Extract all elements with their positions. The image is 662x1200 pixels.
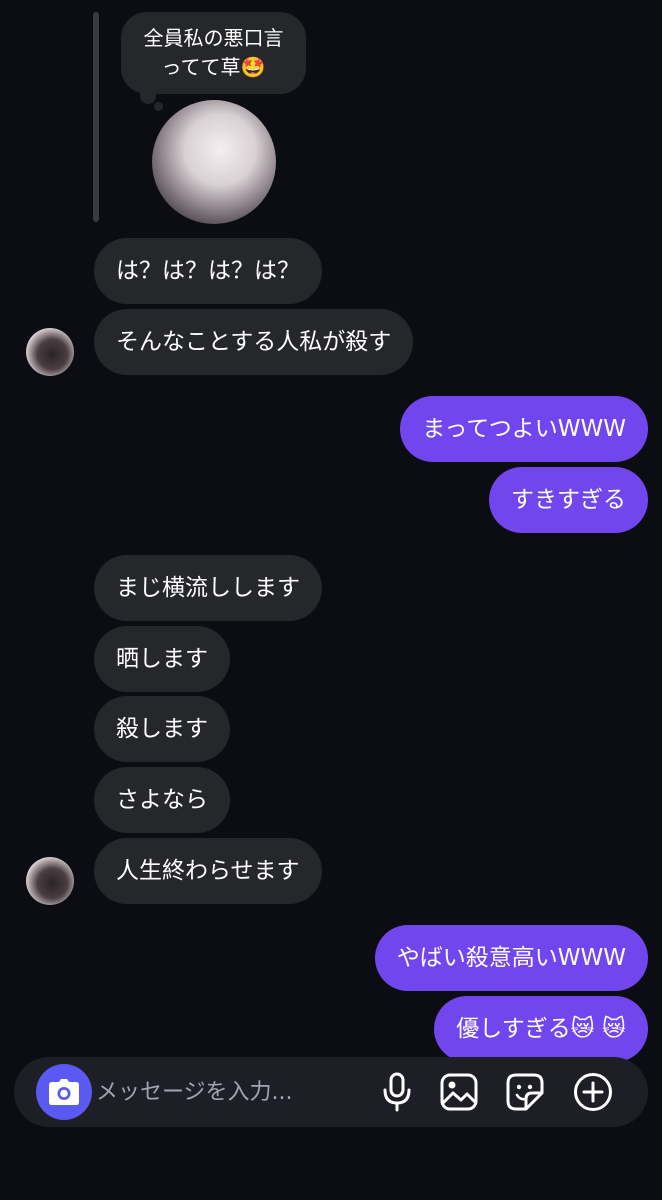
message-text: は？は？は？は？ xyxy=(116,258,300,284)
message-bubble-incoming[interactable]: 晒します xyxy=(94,626,230,692)
message-text: まじ横流しします xyxy=(116,575,300,601)
message-text: さよなら xyxy=(116,787,208,813)
message-text: 殺します xyxy=(116,716,208,742)
microphone-icon xyxy=(383,1072,411,1112)
message-text: そんなことする人私が殺す xyxy=(116,329,392,355)
plus-icon xyxy=(574,1073,612,1111)
gallery-button[interactable] xyxy=(438,1071,480,1113)
microphone-button[interactable] xyxy=(376,1071,418,1113)
sticker-button[interactable] xyxy=(504,1071,546,1113)
message-bubble-outgoing[interactable]: まってつよいWWW xyxy=(400,396,648,462)
story-caption: 全員私の悪口言ってて草🤩 xyxy=(143,26,284,79)
message-text: すきすぎる xyxy=(511,487,626,513)
message-composer xyxy=(14,1057,648,1127)
avatar[interactable] xyxy=(26,857,74,905)
image-icon xyxy=(440,1073,478,1111)
story-thumbnail[interactable] xyxy=(152,100,276,224)
message-text: 晒します xyxy=(116,646,208,672)
camera-button[interactable] xyxy=(36,1064,92,1120)
sticker-icon xyxy=(506,1073,544,1111)
camera-icon xyxy=(49,1079,79,1105)
message-bubble-outgoing[interactable]: 優しすぎる😿 😿 xyxy=(434,996,648,1062)
message-bubble-incoming[interactable]: まじ横流しします xyxy=(94,555,322,621)
thought-bubble-dot-small xyxy=(154,102,163,111)
message-bubble-incoming[interactable]: さよなら xyxy=(94,767,230,833)
message-text: やばい殺意高いWWW xyxy=(396,945,626,971)
story-caption-bubble[interactable]: 全員私の悪口言ってて草🤩 xyxy=(121,12,306,94)
reply-quote-bar xyxy=(93,12,99,222)
more-button[interactable] xyxy=(572,1071,614,1113)
message-text: 人生終わらせます xyxy=(116,858,300,884)
message-text: まってつよいWWW xyxy=(422,416,626,442)
message-text: 優しすぎる😿 😿 xyxy=(456,1016,626,1042)
message-bubble-outgoing[interactable]: すきすぎる xyxy=(489,467,648,533)
avatar[interactable] xyxy=(26,328,74,376)
message-bubble-incoming[interactable]: は？は？は？は？ xyxy=(94,238,322,304)
thought-bubble-dot xyxy=(140,88,156,104)
message-bubble-outgoing[interactable]: やばい殺意高いWWW xyxy=(374,925,648,991)
message-bubble-incoming[interactable]: 殺します xyxy=(94,696,230,762)
message-bubble-incoming[interactable]: そんなことする人私が殺す xyxy=(94,309,414,375)
message-input[interactable] xyxy=(96,1057,366,1127)
message-bubble-incoming[interactable]: 人生終わらせます xyxy=(94,838,322,904)
